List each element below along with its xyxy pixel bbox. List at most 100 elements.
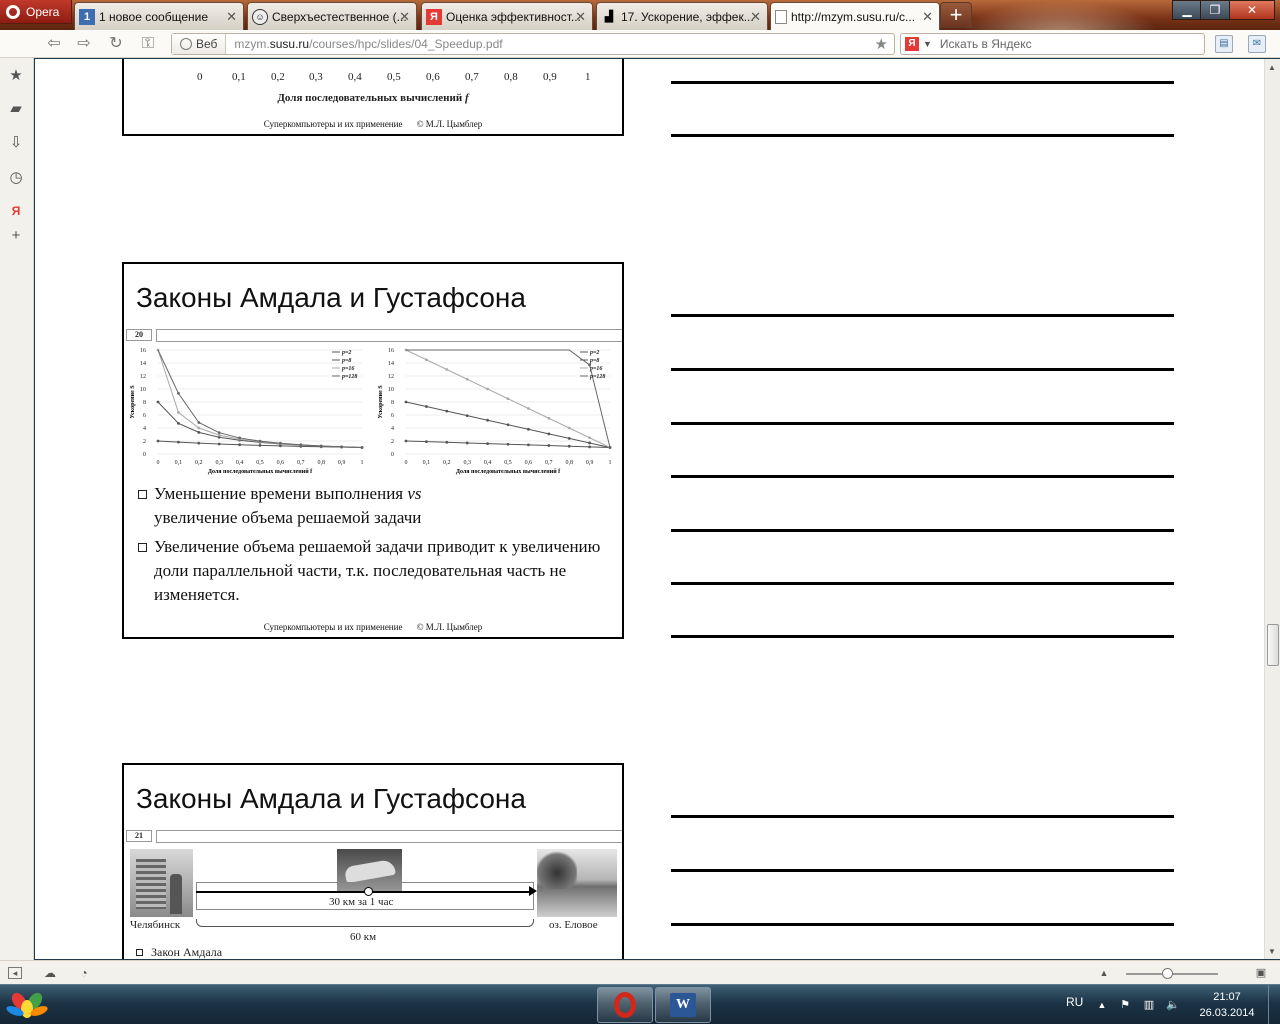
opera-menu-button[interactable]: Opera: [0, 0, 72, 24]
tab-efficiency[interactable]: Я Оценка эффективност... ✕: [421, 2, 593, 30]
legend-label: p=16: [341, 366, 354, 372]
maximize-button[interactable]: ❐: [1200, 0, 1230, 20]
bullet-text: Уменьшение времени выполнения: [154, 484, 404, 503]
web-badge[interactable]: Веб: [172, 34, 227, 54]
data-point: [465, 377, 469, 381]
new-tab-button[interactable]: +: [940, 2, 972, 28]
data-point: [506, 442, 510, 446]
show-desktop-button[interactable]: [1268, 985, 1280, 1024]
y-tick-label: 8: [391, 400, 394, 406]
zoom-100-icon[interactable]: ▣: [1253, 965, 1269, 981]
bookmarks-star-icon[interactable]: ★: [7, 67, 25, 85]
x-tick-label: 0,3: [215, 460, 223, 466]
slide-number: 21: [126, 830, 152, 842]
yandex-search-icon: Я: [905, 37, 919, 51]
system-clock[interactable]: 21:07 26.03.2014: [1196, 989, 1258, 1021]
note-line: [671, 134, 1174, 137]
tab-close-icon[interactable]: ✕: [750, 9, 761, 25]
x-tick-label: 0,3: [463, 460, 471, 466]
x-tick-label: 0,1: [423, 460, 431, 466]
search-field[interactable]: Я ▼ Искать в Яндекс: [900, 33, 1205, 55]
y-tick-label: 0: [143, 452, 146, 458]
address-bar[interactable]: Веб mzym.susu.ru/courses/hpc/slides/04_S…: [171, 33, 895, 55]
slide-header-bar: [156, 329, 622, 342]
tab-speedup[interactable]: ▟ 17. Ускорение, эффек... ✕: [596, 2, 768, 30]
zoom-slider-knob[interactable]: [1162, 968, 1173, 979]
y-tick-label: 16: [140, 348, 146, 354]
web-badge-label: Веб: [196, 37, 218, 51]
notes-icon[interactable]: ▰: [7, 100, 25, 118]
x-tick-label: 0,5: [504, 460, 512, 466]
x-tick-label: 0,6: [525, 460, 533, 466]
slide-21: Законы Амдала и Густафсона 21 30 км за 1…: [122, 763, 624, 959]
distance-label: 60 км: [350, 931, 377, 943]
gustafson-chart: 16 14 12 10 8 6 4 2 0 0 0,1 0,2 0,3 0,4 0,5 0,6 0,7 0,8 0,…: [378, 348, 612, 475]
speed-dial-icon[interactable]: ◔: [76, 965, 92, 981]
panel-toggle-icon[interactable]: ◂: [8, 967, 22, 979]
data-point: [217, 431, 221, 435]
close-window-button[interactable]: ✕: [1229, 0, 1275, 20]
key-icon[interactable]: ⚿: [136, 34, 160, 54]
data-point: [299, 443, 303, 447]
lake-photo: [537, 849, 617, 917]
tab-close-icon[interactable]: ✕: [226, 9, 237, 25]
slide-title: Законы Амдала и Густафсона: [136, 783, 526, 814]
vertical-scrollbar[interactable]: ▲ ▼: [1264, 59, 1280, 959]
add-panel-icon[interactable]: +: [7, 227, 25, 245]
scroll-up-icon[interactable]: ▲: [1268, 63, 1276, 72]
action-center-flag-icon[interactable]: ⚑: [1117, 997, 1133, 1013]
tab-close-icon[interactable]: ✕: [922, 9, 933, 25]
mail-icon[interactable]: ✉: [1248, 35, 1266, 53]
tab-pdf-active[interactable]: http://mzym.susu.ru/c... ✕: [770, 2, 940, 31]
data-point: [177, 440, 180, 444]
taskbar-opera-button[interactable]: [597, 987, 653, 1023]
data-point: [279, 441, 282, 445]
tab-close-icon[interactable]: ✕: [399, 9, 410, 25]
data-point: [588, 436, 591, 440]
footer-author: © М.Л. Цымблер: [416, 119, 483, 129]
opera-icon: [614, 992, 636, 1018]
cloud-icon[interactable]: ☁: [42, 965, 58, 981]
scroll-thumb[interactable]: [1267, 624, 1279, 666]
minimize-button[interactable]: ▁: [1172, 0, 1202, 20]
data-point: [608, 446, 612, 449]
data-point: [177, 391, 180, 395]
start-button[interactable]: [4, 985, 50, 1024]
distance-brace: [196, 919, 534, 927]
reload-icon[interactable]: ↻: [104, 34, 128, 54]
language-indicator[interactable]: RU: [1066, 995, 1083, 1009]
search-placeholder: Искать в Яндекс: [939, 37, 1032, 51]
downloads-icon[interactable]: ⇩: [7, 134, 25, 152]
tab-supernatural[interactable]: ☺ Сверхъестественное (... ✕: [247, 2, 417, 30]
forward-button[interactable]: ⇨: [72, 34, 96, 54]
footer-author: © М.Л. Цымблер: [416, 622, 483, 632]
pdf-viewer-icon[interactable]: ▤: [1215, 35, 1233, 53]
data-point: [156, 400, 160, 404]
data-point: [340, 445, 343, 449]
volume-icon[interactable]: 🔈: [1165, 997, 1181, 1013]
tray-expand-icon[interactable]: ▲: [1094, 997, 1110, 1013]
url-text[interactable]: mzym.susu.ru/courses/hpc/slides/04_Speed…: [226, 37, 502, 51]
x-tick-label: 0,2: [195, 460, 203, 466]
back-button[interactable]: ⇦: [42, 34, 66, 54]
bullet-text-rest: увеличение объема решаемой задачи: [154, 508, 422, 527]
yandex-panel-icon[interactable]: Я: [7, 202, 25, 220]
data-point: [319, 444, 323, 448]
chevron-down-icon[interactable]: ▼: [923, 39, 932, 49]
data-point: [567, 426, 571, 430]
network-icon[interactable]: ▥: [1141, 997, 1157, 1013]
right-place-label: оз. Еловое: [549, 919, 598, 931]
scroll-down-icon[interactable]: ▼: [1268, 947, 1276, 956]
taskbar-word-button[interactable]: W: [655, 987, 711, 1023]
tab-close-icon[interactable]: ✕: [575, 9, 586, 25]
history-clock-icon[interactable]: ◷: [7, 169, 25, 187]
data-point: [197, 441, 201, 445]
note-line: [671, 869, 1174, 872]
tab-mail[interactable]: 1 1 новое сообщение ✕: [74, 2, 244, 30]
data-point: [238, 436, 241, 440]
note-line: [671, 422, 1174, 425]
bookmark-star-icon[interactable]: ★: [875, 35, 888, 53]
y-tick-label: 2: [143, 439, 146, 445]
x-tick-label: 0: [157, 460, 160, 466]
scroll-up-small-icon[interactable]: ▲: [1096, 965, 1112, 981]
